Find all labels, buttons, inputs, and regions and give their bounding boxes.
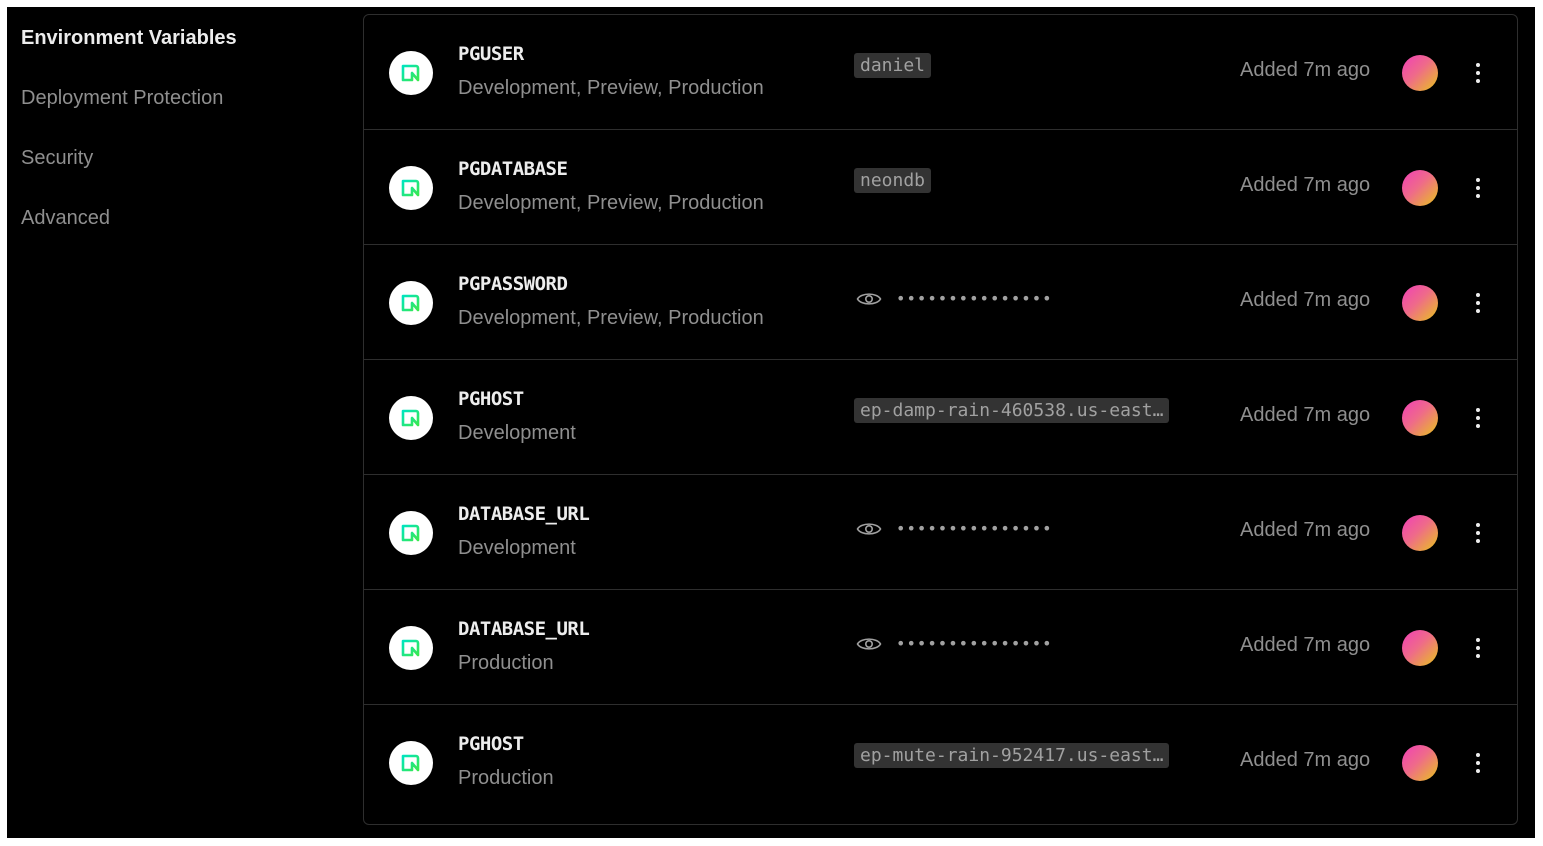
eye-icon[interactable] [856, 635, 882, 653]
variable-value[interactable]: neondb [854, 168, 932, 193]
sidebar-item-advanced[interactable]: Advanced [21, 205, 351, 265]
variable-name[interactable]: PGPASSWORD [458, 273, 568, 295]
env-variable-row: PGUSER Development, Preview, Production … [364, 15, 1517, 130]
variable-name[interactable]: PGHOST [458, 733, 524, 755]
app-frame: Environment Variables Deployment Protecti… [7, 7, 1535, 838]
added-timestamp: Added 7m ago [1240, 174, 1371, 196]
user-avatar[interactable] [1402, 630, 1438, 666]
variable-environments: Development, Preview, Production [458, 192, 764, 214]
variable-name[interactable]: PGDATABASE [458, 158, 568, 180]
neon-logo-icon [389, 626, 433, 670]
variable-value[interactable]: daniel [854, 53, 932, 78]
secret-value: ••••••••••••••• [856, 289, 1053, 308]
user-avatar[interactable] [1402, 285, 1438, 321]
added-timestamp: Added 7m ago [1240, 634, 1371, 656]
neon-logo-icon [389, 166, 433, 210]
more-vertical-icon[interactable] [1464, 289, 1492, 317]
masked-value: ••••••••••••••• [896, 289, 1053, 308]
added-timestamp: Added 7m ago [1240, 404, 1371, 426]
variable-environments: Development, Preview, Production [458, 307, 764, 329]
neon-logo-icon [389, 281, 433, 325]
variable-name[interactable]: PGUSER [458, 43, 524, 65]
settings-sidebar: Environment Variables Deployment Protecti… [21, 25, 351, 265]
variable-environments: Development [458, 422, 576, 444]
masked-value: ••••••••••••••• [896, 634, 1053, 653]
eye-icon[interactable] [856, 290, 882, 308]
env-variable-row: PGDATABASE Development, Preview, Product… [364, 130, 1517, 245]
neon-logo-icon [389, 396, 433, 440]
variable-name[interactable]: PGHOST [458, 388, 524, 410]
more-vertical-icon[interactable] [1464, 749, 1492, 777]
variable-environments: Development, Preview, Production [458, 77, 764, 99]
variable-name[interactable]: DATABASE_URL [458, 503, 590, 525]
more-vertical-icon[interactable] [1464, 404, 1492, 432]
user-avatar[interactable] [1402, 745, 1438, 781]
env-variable-row: DATABASE_URL Development •••••••••••••••… [364, 475, 1517, 590]
sidebar-item-deployment-protection[interactable]: Deployment Protection [21, 85, 351, 145]
user-avatar[interactable] [1402, 515, 1438, 551]
eye-icon[interactable] [856, 520, 882, 538]
user-avatar[interactable] [1402, 170, 1438, 206]
neon-logo-icon [389, 741, 433, 785]
added-timestamp: Added 7m ago [1240, 289, 1371, 311]
user-avatar[interactable] [1402, 400, 1438, 436]
sidebar-item-environment-variables[interactable]: Environment Variables [21, 25, 351, 85]
more-vertical-icon[interactable] [1464, 59, 1492, 87]
more-vertical-icon[interactable] [1464, 519, 1492, 547]
variable-name[interactable]: DATABASE_URL [458, 618, 590, 640]
env-variable-row: PGHOST Production ep-mute-rain-952417.us… [364, 705, 1517, 820]
neon-logo-icon [389, 51, 433, 95]
variable-environments: Production [458, 652, 554, 674]
variable-environments: Production [458, 767, 554, 789]
env-variable-row: PGHOST Development ep-damp-rain-460538.u… [364, 360, 1517, 475]
env-variable-row: PGPASSWORD Development, Preview, Product… [364, 245, 1517, 360]
variable-environments: Development [458, 537, 576, 559]
added-timestamp: Added 7m ago [1240, 749, 1371, 771]
added-timestamp: Added 7m ago [1240, 59, 1371, 81]
sidebar-item-security[interactable]: Security [21, 145, 351, 205]
more-vertical-icon[interactable] [1464, 174, 1492, 202]
masked-value: ••••••••••••••• [896, 519, 1053, 538]
env-variable-list: PGUSER Development, Preview, Production … [363, 14, 1518, 825]
added-timestamp: Added 7m ago [1240, 519, 1371, 541]
secret-value: ••••••••••••••• [856, 519, 1053, 538]
more-vertical-icon[interactable] [1464, 634, 1492, 662]
secret-value: ••••••••••••••• [856, 634, 1053, 653]
neon-logo-icon [389, 511, 433, 555]
variable-value[interactable]: ep-mute-rain-952417.us-east… [854, 743, 1170, 768]
env-variable-row: DATABASE_URL Production ••••••••••••••• … [364, 590, 1517, 705]
variable-value[interactable]: ep-damp-rain-460538.us-east… [854, 398, 1170, 423]
user-avatar[interactable] [1402, 55, 1438, 91]
